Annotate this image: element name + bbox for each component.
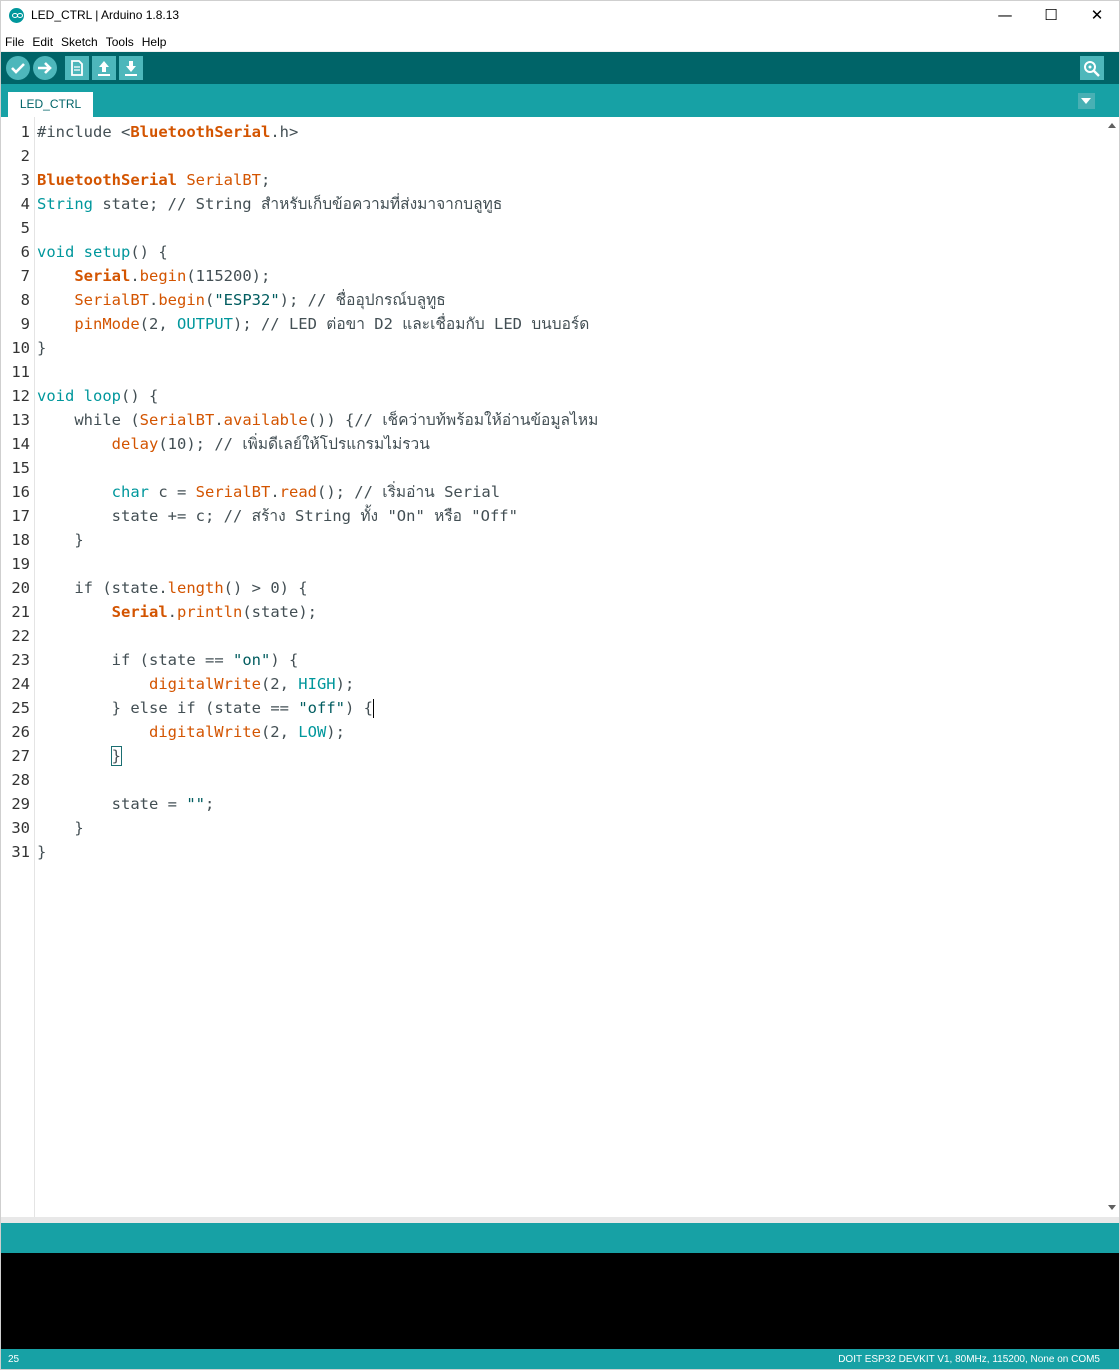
- console-output[interactable]: [0, 1253, 1120, 1349]
- menu-edit[interactable]: Edit: [29, 33, 56, 52]
- menu-sketch[interactable]: Sketch: [58, 33, 101, 52]
- minimize-button[interactable]: —: [982, 0, 1028, 31]
- line-number-indicator: 25: [8, 1354, 20, 1365]
- tab-bar: LED_CTRL: [0, 84, 1120, 117]
- menu-tools[interactable]: Tools: [103, 33, 137, 52]
- close-button[interactable]: ✕: [1074, 0, 1120, 31]
- maximize-button[interactable]: ☐: [1028, 0, 1074, 31]
- new-icon: [71, 60, 83, 76]
- menu-bar: File Edit Sketch Tools Help: [0, 31, 1120, 52]
- arduino-logo-icon: [9, 8, 24, 23]
- new-button[interactable]: [65, 56, 89, 80]
- upload-button[interactable]: [33, 56, 57, 80]
- menu-file[interactable]: File: [2, 33, 27, 52]
- open-button[interactable]: [92, 56, 116, 80]
- tab-menu-icon[interactable]: [1078, 93, 1095, 109]
- open-icon: [98, 61, 110, 76]
- window-title: LED_CTRL | Arduino 1.8.13: [31, 8, 180, 22]
- save-button[interactable]: [119, 56, 143, 80]
- status-bar: 25 DOIT ESP32 DEVKIT V1, 80MHz, 115200, …: [0, 1349, 1120, 1370]
- serial-monitor-button[interactable]: [1080, 56, 1104, 80]
- board-info: DOIT ESP32 DEVKIT V1, 80MHz, 115200, Non…: [838, 1354, 1100, 1365]
- matching-brace-highlight: }: [110, 746, 123, 766]
- menu-help[interactable]: Help: [139, 33, 170, 52]
- title-bar: LED_CTRL | Arduino 1.8.13 — ☐ ✕: [0, 0, 1120, 31]
- scroll-up-icon[interactable]: [1108, 123, 1116, 128]
- code-editor[interactable]: 1 #include <BluetoothSerial.h> 2 3 Bluetoo…: [0, 117, 1104, 1217]
- text-cursor: [373, 699, 374, 718]
- editor-scrollbar[interactable]: [1104, 117, 1120, 1217]
- toolbar: [0, 52, 1120, 84]
- save-icon: [125, 61, 137, 76]
- verify-button[interactable]: [6, 56, 30, 80]
- tab-led-ctrl[interactable]: LED_CTRL: [8, 92, 93, 117]
- scroll-down-icon[interactable]: [1108, 1205, 1116, 1210]
- serial-monitor-icon: [1084, 61, 1100, 77]
- upload-icon: [38, 62, 52, 74]
- verify-icon: [11, 63, 25, 74]
- message-bar: [0, 1223, 1120, 1253]
